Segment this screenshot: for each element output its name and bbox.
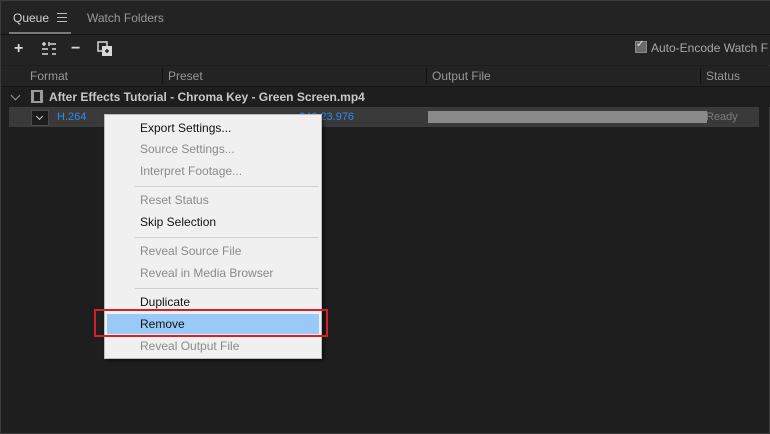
add-output-icon[interactable] (41, 41, 57, 61)
format-dropdown-button[interactable] (31, 110, 49, 126)
menu-item-interpret-footage: Interpret Footage... (140, 164, 243, 178)
auto-encode-toggle[interactable]: Auto-Encode Watch F (635, 39, 768, 55)
tab-watch-folders[interactable]: Watch Folders (87, 11, 164, 25)
column-output-file[interactable]: Output File (432, 69, 491, 83)
source-row[interactable]: After Effects Tutorial - Chroma Key - Gr… (1, 87, 770, 107)
duplicate-icon[interactable] (97, 41, 113, 61)
column-separator (426, 68, 427, 84)
column-status[interactable]: Status (706, 69, 740, 83)
source-title: After Effects Tutorial - Chroma Key - Gr… (49, 90, 365, 104)
menu-separator (135, 186, 319, 187)
column-format[interactable]: Format (30, 69, 68, 83)
menu-item-reveal-source-file: Reveal Source File (140, 244, 242, 258)
panel-menu-icon[interactable] (57, 13, 67, 25)
column-separator (162, 68, 163, 84)
remove-icon[interactable]: − (71, 41, 80, 57)
status-text: Ready (706, 111, 738, 123)
film-icon (31, 90, 43, 103)
checkbox-icon[interactable] (635, 39, 647, 53)
menu-separator (135, 288, 319, 289)
queue-toolbar: + − Auto-Encode Watch F (1, 35, 770, 65)
menu-item-skip-selection[interactable]: Skip Selection (107, 212, 319, 232)
menu-item-export-settings[interactable]: Export Settings... (107, 118, 319, 138)
menu-item-reveal-output-file: Reveal Output File (140, 339, 240, 353)
annotation-highlight-box (94, 309, 328, 337)
menu-item-reset-status: Reset Status (140, 193, 209, 207)
format-link[interactable]: H.264 (57, 111, 86, 123)
menu-item-source-settings: Source Settings... (140, 142, 235, 156)
output-file-path-redacted[interactable] (428, 111, 707, 123)
menu-separator (135, 237, 319, 238)
tab-queue[interactable]: Queue (13, 11, 49, 25)
auto-encode-label: Auto-Encode Watch F (651, 41, 768, 55)
column-preset[interactable]: Preset (168, 69, 203, 83)
column-header: Format Preset Output File Status (1, 66, 770, 87)
panel-tabs: Queue Watch Folders (1, 1, 770, 35)
chevron-down-icon[interactable] (10, 90, 21, 101)
column-separator (700, 68, 701, 84)
menu-item-reveal-media-browser: Reveal in Media Browser (140, 266, 274, 280)
add-source-icon[interactable]: + (14, 41, 23, 57)
